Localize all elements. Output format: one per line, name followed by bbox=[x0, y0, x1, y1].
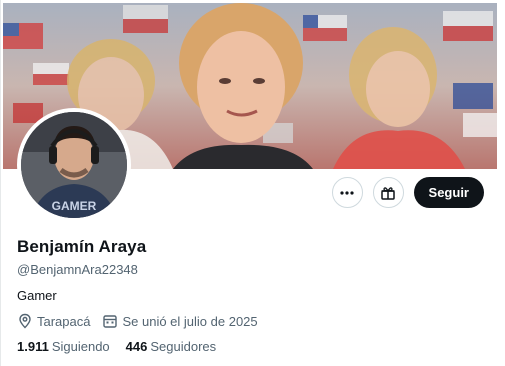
calendar-icon bbox=[103, 315, 118, 328]
joined-item: Se unió el julio de 2025 bbox=[102, 313, 258, 329]
following-count: 1.911 bbox=[17, 339, 49, 354]
profile-name: Benjamín Araya bbox=[17, 237, 147, 256]
profile-stats: 1.911 Siguiendo 446 Seguidores bbox=[17, 339, 232, 354]
profile-page: GAMER Seguir Benjamín Araya @BenjamnAra2… bbox=[0, 0, 505, 366]
following-link[interactable]: 1.911 Siguiendo bbox=[17, 339, 110, 354]
profile-actions: Seguir bbox=[331, 177, 484, 208]
profile-bio: Gamer bbox=[17, 288, 57, 303]
joined-text: Se unió el julio de 2025 bbox=[122, 313, 258, 329]
more-horizontal-icon bbox=[340, 190, 354, 195]
profile-meta: Tarapacá Se unió el julio de 2025 bbox=[17, 313, 270, 329]
gift-icon bbox=[381, 186, 395, 200]
follow-button[interactable]: Seguir bbox=[413, 177, 484, 208]
location-item: Tarapacá bbox=[17, 313, 90, 329]
location-text: Tarapacá bbox=[37, 313, 91, 329]
more-button[interactable] bbox=[331, 177, 363, 208]
following-label: Siguiendo bbox=[51, 339, 110, 354]
avatar-shirt-text: GAMER bbox=[52, 199, 97, 213]
followers-count: 446 bbox=[125, 339, 148, 354]
avatar-image: GAMER bbox=[21, 112, 127, 218]
avatar[interactable]: GAMER bbox=[17, 108, 131, 222]
gift-button[interactable] bbox=[372, 177, 404, 208]
location-pin-icon bbox=[19, 313, 31, 329]
profile-handle: @BenjamnAra22348 bbox=[17, 262, 138, 277]
followers-link[interactable]: 446 Seguidores bbox=[126, 339, 216, 354]
followers-label: Seguidores bbox=[150, 339, 217, 354]
